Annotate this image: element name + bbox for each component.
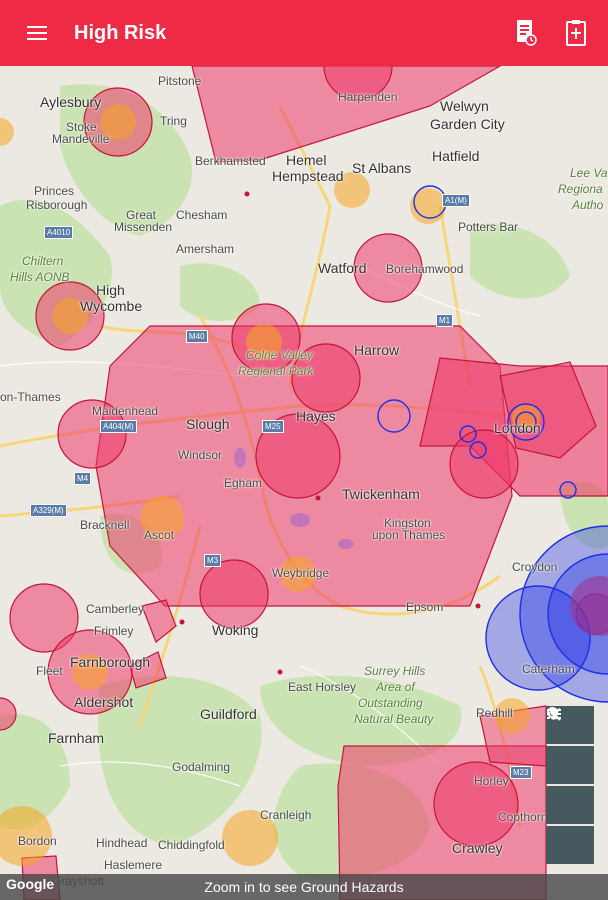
- place-label: Watford: [318, 260, 367, 276]
- place-label: Egham: [224, 476, 263, 490]
- place-label: Crawley: [452, 840, 503, 856]
- place-label: Harrow: [354, 342, 400, 358]
- document-clock-icon: [517, 20, 537, 46]
- place-label: Woking: [212, 622, 259, 638]
- zoom-hint: Zoom in to see Ground Hazards: [204, 879, 404, 895]
- place-label: Bordon: [18, 834, 57, 848]
- place-label: Hayes: [296, 408, 336, 424]
- place-label: Welwyn: [440, 98, 489, 114]
- place-label: Redhill: [476, 706, 513, 720]
- road-shield: M25: [262, 420, 284, 433]
- place-label: Camberley: [86, 602, 145, 616]
- place-label: Windsor: [178, 448, 223, 462]
- place-label: London: [494, 420, 541, 436]
- place-label: Hindhead: [96, 836, 148, 850]
- place-label: Wycombe: [80, 298, 143, 314]
- road-shield: M3: [204, 554, 222, 567]
- hamburger-icon: [27, 26, 47, 40]
- place-label: Regiona: [558, 182, 603, 196]
- road-shield: A4010: [44, 226, 74, 239]
- filter-button[interactable]: [546, 709, 594, 824]
- place-label: Hills AONB: [10, 270, 70, 284]
- road-shield: A404(M): [100, 420, 137, 433]
- place-label: Borehamwood: [386, 262, 464, 276]
- place-label: Chiddingfold: [158, 838, 225, 852]
- clipboard-icon: [566, 20, 586, 46]
- report-button[interactable]: [512, 16, 540, 50]
- place-label: Surrey Hills: [364, 664, 426, 678]
- road-shield: M1: [436, 314, 454, 327]
- place-label: Pitstone: [158, 74, 202, 88]
- place-label: Caterham: [522, 662, 575, 676]
- place-label: Horley: [474, 774, 509, 788]
- place-label: Guildford: [200, 706, 257, 722]
- checklist-button[interactable]: [562, 16, 590, 50]
- road-shield: M23: [510, 766, 532, 779]
- place-label: Bracknell: [80, 518, 130, 532]
- place-label: Aldershot: [74, 694, 134, 710]
- list-button[interactable]: [546, 709, 594, 864]
- road-shield: M40: [186, 330, 208, 343]
- place-label: Garden City: [430, 116, 505, 132]
- place-label: Aylesbury: [40, 94, 102, 110]
- place-label: Hempstead: [272, 168, 344, 184]
- place-label: Epsom: [406, 600, 444, 614]
- map-controls: [546, 706, 596, 866]
- zoom-hint-bar: Zoom in to see Ground Hazards: [0, 874, 608, 900]
- place-label: Autho: [572, 198, 604, 212]
- place-label: Croydon: [512, 560, 558, 574]
- place-label: Hatfield: [432, 148, 480, 164]
- place-label: Potters Bar: [458, 220, 519, 234]
- place-label: Area of: [376, 680, 415, 694]
- app-bar: High Risk: [0, 0, 608, 66]
- place-label: on-Thames: [0, 390, 61, 404]
- place-label: Godalming: [172, 760, 231, 774]
- place-label: Colne Valley: [246, 348, 313, 362]
- place-label: Berkhamsted: [195, 154, 266, 168]
- place-label: Chiltern: [22, 254, 64, 268]
- place-label: Farnborough: [70, 654, 151, 670]
- place-label: Princes: [34, 184, 75, 198]
- place-label: Amersham: [176, 242, 235, 256]
- place-label: East Horsley: [288, 680, 357, 694]
- place-label: High: [96, 282, 125, 298]
- place-label: Mandeville: [52, 132, 110, 146]
- place-label: Risborough: [26, 198, 88, 212]
- place-label: St Albans: [352, 160, 412, 176]
- place-label: Natural Beauty: [354, 712, 434, 726]
- place-label: Haslemere: [104, 858, 163, 872]
- place-label: Farnham: [48, 730, 105, 746]
- road-shield: A1(M): [442, 194, 470, 207]
- menu-button[interactable]: [0, 0, 74, 66]
- google-logo: Google: [6, 876, 55, 892]
- place-label: Harpenden: [338, 90, 398, 104]
- place-label: Cranleigh: [260, 808, 312, 822]
- road-shield: A329(M): [30, 504, 67, 517]
- place-label: Frimley: [94, 624, 134, 638]
- search-button[interactable]: [546, 707, 594, 784]
- place-label: Fleet: [36, 664, 63, 678]
- place-label: Maidenhead: [92, 404, 159, 418]
- place-label: upon Thames: [372, 528, 446, 542]
- place-label: Tring: [160, 114, 187, 128]
- map-view[interactable]: Pitstone Harpenden Aylesbury Welwyn Garden C…: [0, 66, 608, 900]
- place-label: Slough: [186, 416, 230, 432]
- place-label: Lee Va: [570, 166, 608, 180]
- place-label: Ascot: [144, 528, 175, 542]
- place-label: Weybridge: [272, 566, 330, 580]
- place-label: Missenden: [114, 220, 173, 234]
- place-label: Chesham: [176, 208, 228, 222]
- list-icon: [547, 709, 561, 719]
- place-label: Outstanding: [358, 696, 423, 710]
- place-label: Twickenham: [342, 486, 420, 502]
- road-shield: M4: [74, 472, 92, 485]
- place-label: Hemel: [286, 152, 327, 168]
- place-label: Regional Park: [238, 364, 314, 378]
- page-title: High Risk: [74, 21, 167, 44]
